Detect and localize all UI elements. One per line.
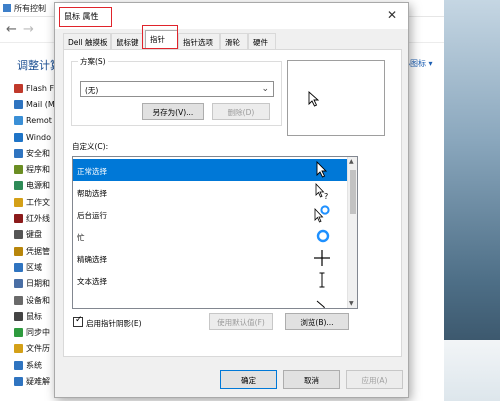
enable-pointer-shadow-checkbox[interactable]: ✓ (73, 315, 83, 327)
list-item-label: 精确选择 (77, 255, 107, 264)
checkmark-icon: ✓ (75, 315, 83, 325)
scheme-group: 方案(S) (无) ⌄ 另存为(V)... 删除(D) (71, 56, 282, 126)
enable-pointer-shadow-label: 启用指针阴影(E) (86, 319, 142, 328)
control-panel-app-icon (3, 4, 11, 12)
list-item-help-select[interactable]: 帮助选择 ? (73, 181, 348, 203)
browse-button[interactable]: 浏览(B)... (285, 313, 349, 330)
control-panel-item-icon (14, 311, 23, 321)
use-default-button[interactable]: 使用默认值(F) (209, 313, 273, 330)
dialog-title: 鼠标 属性 (64, 12, 99, 21)
cancel-button[interactable]: 取消 (283, 370, 340, 389)
dialog-titlebar: 鼠标 属性 ✕ (55, 3, 408, 29)
control-panel-title: 所有控制 (14, 4, 46, 13)
control-panel-item-label: 区域 (26, 262, 42, 272)
control-panel-item-label: Flash F (26, 83, 55, 93)
control-panel-item-icon (14, 132, 23, 142)
cursor-list[interactable]: 正常选择 帮助选择 ? 后台运行 忙 精确选择 文本选择 ▲ ▼ (72, 156, 358, 309)
control-panel-item-label: 工作文 (26, 197, 50, 207)
list-item-working-in-background[interactable]: 后台运行 (73, 203, 348, 225)
list-item-label: 正常选择 (77, 167, 107, 176)
control-panel-item-icon (14, 279, 23, 289)
tab-mouse-buttons[interactable]: 鼠标键 (111, 33, 143, 49)
control-panel-item-icon (14, 99, 23, 109)
control-panel-item-label: 同步中 (26, 328, 50, 338)
control-panel-item-label: 系统 (26, 360, 42, 370)
control-panel-item-label: Windo (26, 132, 51, 142)
working-in-background-cursor-icon (314, 205, 330, 223)
control-panel-item-label: 程序和 (26, 165, 50, 175)
control-panel-item-label: 鼠标 (26, 311, 42, 321)
control-panel-item-icon (14, 295, 23, 305)
list-scrollbar[interactable]: ▲ ▼ (347, 157, 357, 308)
control-panel-item-icon (14, 83, 23, 93)
control-panel-item-label: 红外线 (26, 214, 50, 224)
control-panel-item-label: 疑难解 (26, 376, 50, 386)
control-panel-item-icon (14, 148, 23, 158)
control-panel-item-label: Mail (M (26, 99, 55, 109)
delete-button[interactable]: 删除(D) (212, 103, 270, 120)
tab-hardware[interactable]: 硬件 (248, 33, 276, 49)
control-panel-item-label: 设备和 (26, 295, 50, 305)
control-panel-item-label: 键盘 (26, 230, 42, 240)
control-panel-item-label: Remot (26, 116, 52, 126)
forward-arrow-icon[interactable]: → (23, 22, 34, 37)
control-panel-item-label: 日期和 (26, 279, 50, 289)
chevron-down-icon: ⌄ (261, 84, 269, 94)
tab-wheel[interactable]: 滑轮 (220, 33, 248, 49)
list-item-normal-select[interactable]: 正常选择 (73, 159, 348, 181)
text-select-cursor-icon (319, 272, 325, 288)
scrollbar-thumb[interactable] (350, 170, 356, 214)
control-panel-item-label: 凭据管 (26, 246, 50, 256)
list-item-label: 忙 (77, 233, 85, 242)
control-panel-item-label: 文件历 (26, 344, 50, 354)
control-panel-item-icon (14, 246, 23, 256)
scheme-dropdown[interactable]: (无) ⌄ (80, 81, 274, 97)
list-item-label: 帮助选择 (77, 189, 107, 198)
tab-pointers[interactable]: 指针 (145, 30, 178, 49)
scheme-label: 方案(S) (78, 56, 108, 67)
list-item-precision-select[interactable]: 精确选择 (73, 247, 348, 269)
save-as-button[interactable]: 另存为(V)... (142, 103, 204, 120)
control-panel-item-icon (14, 344, 23, 354)
list-item-partial[interactable] (73, 291, 348, 308)
tab-pointer-options[interactable]: 指针选项 (178, 33, 220, 49)
close-icon[interactable]: ✕ (387, 8, 397, 22)
scheme-value: (无) (85, 86, 99, 95)
ok-button[interactable]: 确定 (220, 370, 277, 389)
control-panel-item-icon (14, 262, 23, 272)
list-item-label: 文本选择 (77, 277, 107, 286)
control-panel-item-icon (14, 230, 23, 240)
list-item-label: 后台运行 (77, 211, 107, 220)
back-arrow-icon[interactable]: ← (6, 22, 17, 37)
pointers-tab-panel: 方案(S) (无) ⌄ 另存为(V)... 删除(D) 自定义(C): 正常选择… (63, 49, 402, 357)
help-cursor-icon: ? (315, 183, 328, 201)
tab-dell-touchpad[interactable]: Dell 触摸板 (63, 33, 111, 49)
customize-label: 自定义(C): (72, 142, 109, 151)
control-panel-item-icon (14, 181, 23, 191)
list-item-text-select[interactable]: 文本选择 (73, 269, 348, 291)
list-item-busy[interactable]: 忙 (73, 225, 348, 247)
apply-button[interactable]: 应用(A) (346, 370, 403, 389)
handwriting-cursor-icon (316, 300, 325, 308)
control-panel-item-icon (14, 328, 23, 338)
scroll-down-arrow-icon[interactable]: ▼ (349, 300, 354, 307)
control-panel-item-label: 安全和 (26, 148, 50, 158)
svg-text:?: ? (324, 192, 328, 201)
arrow-cursor-preview-icon (308, 91, 320, 107)
arrow-cursor-icon (316, 161, 328, 178)
cursor-preview-box (287, 60, 385, 136)
crosshair-cursor-icon (314, 250, 330, 266)
control-panel-item-icon (14, 360, 23, 370)
busy-cursor-icon (316, 229, 330, 243)
mouse-properties-dialog: 鼠标 属性 ✕ Dell 触摸板 鼠标键 指针 指针选项 滑轮 硬件 方案(S)… (54, 2, 409, 398)
control-panel-item-icon (14, 197, 23, 207)
control-panel-item-icon (14, 165, 23, 175)
control-panel-item-icon (14, 116, 23, 126)
control-panel-item-label: 电源和 (26, 181, 50, 191)
control-panel-item-icon (14, 376, 23, 386)
scroll-up-arrow-icon[interactable]: ▲ (349, 158, 354, 165)
control-panel-item-icon (14, 214, 23, 224)
